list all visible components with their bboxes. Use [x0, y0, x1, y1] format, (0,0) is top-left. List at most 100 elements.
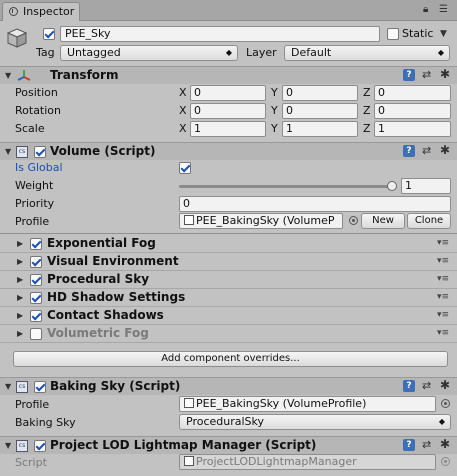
override-item[interactable]: ▶ Contact Shadows ▾≡ [0, 307, 457, 325]
transform-header[interactable]: ▼ Transform ? ⇄ ✱ [0, 66, 457, 84]
gear-icon[interactable]: ✱ [440, 378, 450, 392]
override-checkbox[interactable] [30, 238, 42, 250]
layer-dropdown[interactable]: Default ◆ [284, 45, 450, 61]
active-checkbox[interactable] [43, 28, 55, 40]
axis-y-label[interactable]: Y [271, 86, 278, 99]
axis-z-label[interactable]: Z [363, 86, 371, 99]
new-profile-button[interactable]: New [361, 213, 405, 229]
foldout-closed-icon[interactable]: ▶ [17, 275, 23, 284]
script-icon: cs [16, 146, 28, 158]
tag-dropdown[interactable]: Untagged ◆ [60, 45, 238, 61]
x-input[interactable]: 0 [190, 85, 266, 101]
override-label: Visual Environment [47, 254, 179, 268]
axis-x-label[interactable]: X [179, 86, 187, 99]
static-dropdown-icon[interactable]: ▼ [440, 29, 447, 39]
foldout-closed-icon[interactable]: ▶ [17, 239, 23, 248]
weight-input[interactable]: 1 [401, 178, 451, 194]
foldout-closed-icon[interactable]: ▶ [17, 329, 23, 338]
book-icon[interactable]: ? [403, 145, 415, 157]
object-picker-icon[interactable] [349, 216, 358, 225]
object-picker-icon [441, 457, 450, 466]
volume-profile-icon [184, 398, 194, 408]
tab-inspector[interactable]: Inspector [2, 2, 80, 21]
override-checkbox[interactable] [30, 274, 42, 286]
x-input[interactable]: 1 [190, 121, 266, 137]
preset-icon[interactable]: ⇄ [422, 379, 431, 392]
override-menu-icon[interactable]: ▾≡ [437, 310, 449, 320]
override-item[interactable]: ▶ Exponential Fog ▾≡ [0, 235, 457, 253]
gear-icon[interactable]: ✱ [440, 67, 450, 81]
override-menu-icon[interactable]: ▾≡ [437, 256, 449, 266]
preset-icon[interactable]: ⇄ [422, 68, 431, 81]
override-item[interactable]: ▶ Visual Environment ▾≡ [0, 253, 457, 271]
override-checkbox[interactable] [30, 310, 42, 322]
book-icon[interactable]: ? [403, 380, 415, 392]
axis-x-label[interactable]: X [179, 104, 187, 117]
z-input[interactable]: 0 [374, 85, 451, 101]
is-global-checkbox[interactable] [179, 162, 191, 174]
override-item[interactable]: ▶ Volumetric Fog ▾≡ [0, 325, 457, 343]
object-picker-icon[interactable] [441, 399, 450, 408]
window-menu-icon[interactable]: ☰ [439, 4, 448, 15]
y-input[interactable]: 1 [282, 121, 358, 137]
baking-sky-value: ProceduralSky [186, 415, 265, 428]
foldout-open-icon[interactable]: ▼ [5, 441, 11, 450]
axis-y-label[interactable]: Y [271, 122, 278, 135]
foldout-open-icon[interactable]: ▼ [5, 382, 11, 391]
z-input[interactable]: 0 [374, 103, 451, 119]
override-label: Volumetric Fog [47, 326, 149, 340]
foldout-closed-icon[interactable]: ▶ [17, 293, 23, 302]
baking-sky-enabled-checkbox[interactable] [34, 381, 46, 393]
static-checkbox[interactable] [387, 28, 399, 40]
profile-value: PEE_BakingSky (VolumeP [196, 214, 335, 227]
baking-sky-header[interactable]: ▼ cs Baking Sky (Script) ? ⇄ ✱ [0, 377, 457, 395]
axis-x-label[interactable]: X [179, 122, 187, 135]
z-input[interactable]: 1 [374, 121, 451, 137]
axis-z-label[interactable]: Z [363, 122, 371, 135]
override-menu-icon[interactable]: ▾≡ [437, 274, 449, 284]
priority-input[interactable]: 0 [179, 196, 451, 212]
foldout-closed-icon[interactable]: ▶ [17, 257, 23, 266]
book-icon[interactable]: ? [403, 439, 415, 451]
foldout-closed-icon[interactable]: ▶ [17, 311, 23, 320]
foldout-open-icon[interactable]: ▼ [5, 147, 11, 156]
baking-profile-object-field[interactable]: PEE_BakingSky (VolumeProfile) [179, 396, 436, 412]
weight-slider-thumb[interactable] [387, 181, 397, 191]
override-label: Procedural Sky [47, 272, 150, 286]
baking-profile-value: PEE_BakingSky (VolumeProfile) [196, 397, 367, 410]
preset-icon[interactable]: ⇄ [422, 438, 431, 451]
baking-profile-label: Profile [15, 398, 50, 411]
y-input[interactable]: 0 [282, 85, 358, 101]
axis-z-label[interactable]: Z [363, 104, 371, 117]
add-component-overrides-button[interactable]: Add component overrides... [13, 351, 448, 367]
y-input[interactable]: 0 [282, 103, 358, 119]
object-name-input[interactable]: PEE_Sky [60, 26, 380, 42]
profile-object-field[interactable]: PEE_BakingSky (VolumeP [179, 213, 343, 229]
script-object-field: ProjectLODLightmapManager [179, 454, 436, 470]
override-item[interactable]: ▶ HD Shadow Settings ▾≡ [0, 289, 457, 307]
baking-sky-title: Baking Sky (Script) [50, 379, 181, 393]
lod-enabled-checkbox[interactable] [34, 440, 46, 452]
override-checkbox[interactable] [30, 292, 42, 304]
override-menu-icon[interactable]: ▾≡ [437, 292, 449, 302]
override-checkbox[interactable] [30, 328, 42, 340]
clone-profile-button[interactable]: Clone [407, 213, 451, 229]
gear-icon[interactable]: ✱ [440, 143, 450, 157]
script-icon: cs [16, 381, 28, 393]
axis-y-label[interactable]: Y [271, 104, 278, 117]
book-icon[interactable]: ? [403, 69, 415, 81]
volume-header[interactable]: ▼ cs Volume (Script) ? ⇄ ✱ [0, 142, 457, 160]
lock-icon[interactable]: 🔒︎ [423, 4, 428, 15]
override-menu-icon[interactable]: ▾≡ [437, 238, 449, 248]
foldout-open-icon[interactable]: ▼ [5, 71, 11, 80]
baking-sky-dropdown[interactable]: ProceduralSky ◆ [179, 414, 451, 430]
override-item[interactable]: ▶ Procedural Sky ▾≡ [0, 271, 457, 289]
volume-enabled-checkbox[interactable] [34, 146, 46, 158]
lod-header[interactable]: ▼ cs Project LOD Lightmap Manager (Scrip… [0, 436, 457, 454]
weight-slider-track[interactable] [179, 185, 395, 188]
x-input[interactable]: 0 [190, 103, 266, 119]
gear-icon[interactable]: ✱ [440, 437, 450, 451]
override-menu-icon[interactable]: ▾≡ [437, 328, 449, 338]
preset-icon[interactable]: ⇄ [422, 144, 431, 157]
override-checkbox[interactable] [30, 256, 42, 268]
